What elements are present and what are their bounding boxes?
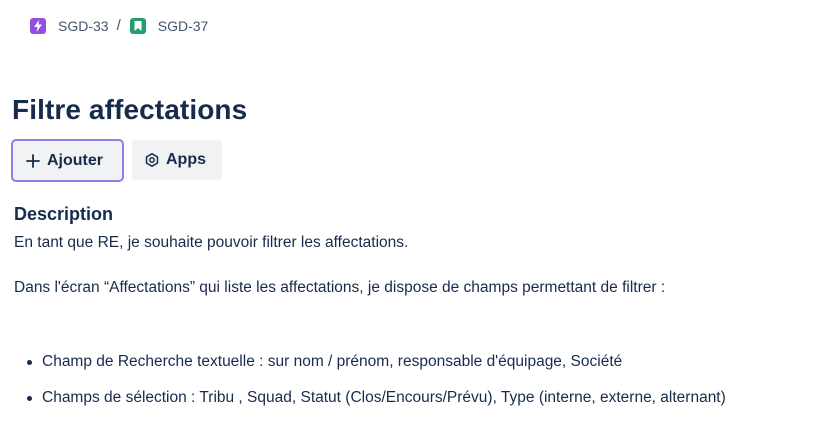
list-item-text: Champ de Recherche textuelle : sur nom /… — [42, 353, 623, 370]
breadcrumb-parent-issue[interactable]: SGD-33 — [30, 17, 109, 34]
bookmark-icon — [129, 17, 146, 34]
description-heading: Description — [14, 204, 114, 224]
apps-gear-icon — [144, 152, 160, 168]
bullet-icon — [27, 360, 32, 365]
breadcrumb: SGD-33 / SGD-37 — [30, 17, 208, 34]
add-button-label: Ajouter — [47, 151, 103, 169]
breadcrumb-current-issue[interactable]: SGD-37 — [129, 17, 209, 34]
list-item-text: Champs de sélection : Tribu , Squad, Sta… — [42, 389, 726, 406]
breadcrumb-parent-key: SGD-33 — [58, 17, 109, 34]
add-button[interactable]: Ajouter — [11, 139, 124, 182]
apps-button-label: Apps — [166, 151, 206, 168]
plus-icon — [25, 153, 41, 169]
list-item: Champ de Recherche textuelle : sur nom /… — [14, 352, 726, 388]
apps-button[interactable]: Apps — [132, 140, 222, 180]
lightning-icon — [30, 17, 46, 34]
breadcrumb-current-key: SGD-37 — [157, 17, 209, 34]
description-paragraph: En tant que RE, je souhaite pouvoir filt… — [14, 234, 409, 251]
list-item: Champs de sélection : Tribu , Squad, Sta… — [14, 388, 726, 424]
issue-title[interactable]: Filtre affectations — [12, 94, 247, 126]
description-bullet-list: Champ de Recherche textuelle : sur nom /… — [14, 352, 726, 424]
breadcrumb-separator: / — [116, 17, 121, 34]
bullet-icon — [27, 396, 32, 401]
description-paragraph: Dans l'écran “Affectations” qui liste le… — [14, 279, 666, 296]
